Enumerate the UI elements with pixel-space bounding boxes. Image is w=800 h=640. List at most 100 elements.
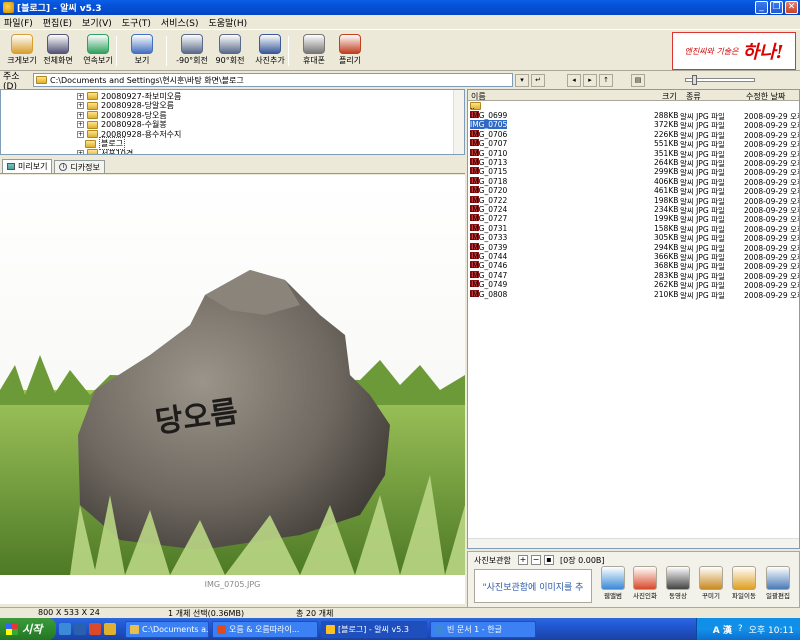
taskbar-task[interactable]: 오름 & 오름따라이...: [212, 620, 318, 638]
toolbar-button-3[interactable]: 보기: [122, 32, 162, 70]
album-remove-button[interactable]: −: [531, 555, 541, 565]
file-row[interactable]: IMG_0705 372KB 알씨 JPG 파일 2008-09-29 오후: [468, 120, 799, 130]
file-row[interactable]: IMG_0707 551KB 알씨 JPG 파일 2008-09-29 오후: [468, 139, 799, 149]
maximize-button[interactable]: ❐: [770, 1, 783, 14]
file-row[interactable]: IMG_0724 234KB 알씨 JPG 파일 2008-09-29 오후: [468, 205, 799, 215]
tab-camera-info[interactable]: i 디카정보: [54, 160, 105, 173]
tab-preview[interactable]: 미리보기: [2, 159, 53, 173]
file-size: 283KB: [654, 270, 679, 280]
file-size: 262KB: [654, 280, 679, 290]
address-input[interactable]: C:\Documents and Settings\현시훈\바탕 화면\블로그: [33, 73, 513, 87]
taskbar-task[interactable]: C:\Documents a...: [125, 620, 209, 638]
col-type-header[interactable]: 종류: [686, 91, 701, 102]
quicklaunch-desktop-icon[interactable]: [74, 623, 86, 635]
toolbar-button-6[interactable]: 사진추가: [250, 32, 290, 70]
file-row[interactable]: IMG_0699 288KB 알씨 JPG 파일 2008-09-29 오후: [468, 111, 799, 121]
back-button[interactable]: ◂: [567, 73, 581, 87]
album-button-0[interactable]: 웹앨범: [599, 566, 627, 602]
album-add-button[interactable]: +: [518, 555, 528, 565]
album-button-1[interactable]: 사진인화: [631, 566, 659, 602]
expand-icon[interactable]: +: [77, 149, 84, 154]
album-button-2[interactable]: 동영상: [664, 566, 692, 602]
taskbar-task[interactable]: 빈 문서 1 - 한글: [430, 620, 536, 638]
album-clear-button[interactable]: ▪: [544, 555, 554, 565]
col-name-header[interactable]: 이름: [471, 91, 486, 102]
menu-item-2[interactable]: 보기(V): [82, 16, 112, 29]
folder-icon: [85, 139, 96, 148]
file-size: 551KB: [654, 139, 679, 149]
quicklaunch-app-icon[interactable]: [89, 623, 101, 635]
file-row[interactable]: IMG_0715 299KB 알씨 JPG 파일 2008-09-29 오후: [468, 167, 799, 177]
album-button-label: 일괄편집: [766, 592, 790, 600]
file-name: IMG_0731: [470, 223, 508, 233]
file-row[interactable]: IMG_0713 264KB 알씨 JPG 파일 2008-09-29 오후: [468, 158, 799, 168]
minimize-button[interactable]: _: [755, 1, 768, 14]
taskbar-task[interactable]: [블로그] - 알씨 v5.3: [321, 620, 427, 638]
tray-help-icon[interactable]: ?: [738, 624, 743, 634]
app-window: [블로그] - 알씨 v5.3 _ ❐ ✕ 파일(F) 편집(E) 보기(V) 도구(…: [0, 0, 800, 618]
folder-tree[interactable]: +20080927-좌보미오름 +20080928-당알오름 +20080928-당…: [0, 89, 465, 155]
forward-button[interactable]: ▸: [583, 73, 597, 87]
file-row[interactable]: IMG_0744 366KB 알씨 JPG 파일 2008-09-29 오후: [468, 252, 799, 262]
file-list[interactable]: 이름 크기 종류 수정한 날짜 .. IMG_0699 288KB 알씨 JPG 파…: [467, 89, 800, 549]
file-row[interactable]: IMG_0727 199KB 알씨 JPG 파일 2008-09-29 오후: [468, 214, 799, 224]
file-row[interactable]: IMG_0718 406KB 알씨 JPG 파일 2008-09-29 오후: [468, 176, 799, 187]
file-date: 2008-09-29 오후: [744, 290, 800, 300]
file-list-scrollbar[interactable]: [468, 538, 799, 548]
expand-icon[interactable]: +: [77, 121, 84, 128]
quicklaunch-folder-icon[interactable]: [104, 623, 116, 635]
toolbar-button-2[interactable]: 연속보기: [78, 32, 118, 70]
task-app-icon: [130, 624, 139, 634]
file-row[interactable]: IMG_0746 368KB 알씨 JPG 파일 2008-09-29 오후: [468, 261, 799, 271]
col-date-header[interactable]: 수정한 날짜: [746, 91, 785, 102]
album-button-4[interactable]: 파일이동: [730, 566, 758, 602]
menu-item-5[interactable]: 도움말(H): [208, 16, 247, 29]
task-app-icon: [435, 624, 444, 634]
app-icon[interactable]: [3, 2, 14, 13]
zoom-slider-thumb[interactable]: [692, 75, 697, 85]
zoom-slider[interactable]: [685, 75, 755, 85]
menu-item-4[interactable]: 서비스(S): [161, 16, 199, 29]
up-folder-button[interactable]: ↑: [599, 73, 613, 87]
close-button[interactable]: ✕: [785, 1, 798, 14]
title-bar[interactable]: [블로그] - 알씨 v5.3 _ ❐ ✕: [0, 0, 800, 15]
tray-ime-icon[interactable]: A 漢: [713, 623, 732, 636]
image-preview[interactable]: 당오름 IMG_0705.JPG: [0, 175, 465, 604]
album-button-3[interactable]: 꾸미기: [697, 566, 725, 602]
menu-item-3[interactable]: 도구(T): [122, 16, 151, 29]
col-size-header[interactable]: 크기: [662, 91, 677, 102]
file-size: 406KB: [654, 176, 679, 186]
album-button-5[interactable]: 일괄편집: [764, 566, 792, 602]
file-row[interactable]: IMG_0720 461KB 알씨 JPG 파일 2008-09-29 오후: [468, 186, 799, 196]
menu-item-0[interactable]: 파일(F): [4, 16, 33, 29]
file-row[interactable]: IMG_0739 294KB 알씨 JPG 파일 2008-09-29 오후: [468, 242, 799, 253]
quicklaunch-ie-icon[interactable]: [59, 623, 71, 635]
file-row[interactable]: IMG_0808 210KB 알씨 JPG 파일 2008-09-29 오후: [468, 289, 800, 300]
file-row[interactable]: IMG_0749 262KB 알씨 JPG 파일 2008-09-29 오후: [468, 280, 799, 290]
menu-item-1[interactable]: 편집(E): [43, 16, 72, 29]
address-path: C:\Documents and Settings\현시훈\바탕 화면\블로그: [50, 75, 244, 85]
expand-icon[interactable]: +: [77, 111, 84, 119]
start-button[interactable]: 시작: [0, 618, 56, 640]
tree-item[interactable]: + 서포10경: [77, 148, 133, 154]
view-mode-button[interactable]: ▤: [631, 73, 645, 87]
toolbar-button-8[interactable]: 플리기: [330, 32, 370, 70]
parent-folder-row[interactable]: ..: [468, 102, 799, 111]
file-row[interactable]: IMG_0706 226KB 알씨 JPG 파일 2008-09-29 오후: [468, 129, 799, 140]
film-icon: [666, 566, 690, 590]
ad-banner[interactable]: 엔진씨와 기술은 하나!: [672, 32, 796, 70]
file-row[interactable]: IMG_0747 283KB 알씨 JPG 파일 2008-09-29 오후: [468, 270, 799, 281]
go-button[interactable]: ↵: [531, 73, 545, 87]
expand-icon[interactable]: +: [77, 92, 84, 100]
file-row[interactable]: IMG_0722 198KB 알씨 JPG 파일 2008-09-29 오후: [468, 195, 799, 206]
file-row[interactable]: IMG_0733 305KB 알씨 JPG 파일 2008-09-29 오후: [468, 233, 799, 243]
file-row[interactable]: IMG_0710 351KB 알씨 JPG 파일 2008-09-29 오후: [468, 148, 799, 159]
address-dropdown-button[interactable]: ▾: [515, 73, 529, 87]
file-name: IMG_0710: [470, 148, 508, 158]
file-row[interactable]: IMG_0731 158KB 알씨 JPG 파일 2008-09-29 오후: [468, 223, 799, 234]
tab-label: 디카정보: [70, 162, 100, 172]
expand-icon[interactable]: +: [77, 102, 84, 109]
tree-scrollbar[interactable]: [453, 90, 464, 154]
tree-item[interactable]: +20080928-용수저수지: [77, 129, 181, 139]
expand-icon[interactable]: +: [77, 130, 84, 138]
